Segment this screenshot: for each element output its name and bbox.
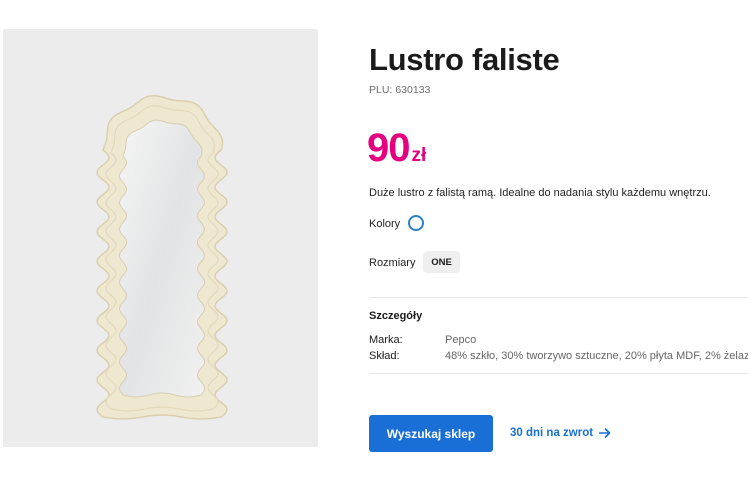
product-plu: PLU: 630133 [369,84,430,96]
sizes-label: Rozmiary [369,257,416,269]
plu-label: PLU: [369,84,393,96]
wavy-mirror-image [96,94,228,420]
mirror-glass [118,119,206,398]
returns-link[interactable]: 30 dni na zwrot [510,427,611,439]
arrow-right-icon [599,428,611,438]
find-store-button[interactable]: Wyszukaj sklep [369,415,493,452]
divider [369,373,748,374]
size-option-one[interactable]: ONE [423,251,460,273]
product-price: 90 zł [367,126,426,171]
product-title: Lustro faliste [369,42,560,77]
divider [369,297,748,298]
details-heading: Szczegóły [369,310,423,322]
product-image [3,29,318,447]
plu-value: 630133 [395,84,431,96]
color-swatch[interactable] [408,215,424,231]
product-description: Duże lustro z falistą ramą. Idealne do n… [369,187,711,199]
detail-label: Skład: [369,350,400,362]
price-value: 90 [367,126,410,170]
returns-link-label: 30 dni na zwrot [510,427,594,439]
price-currency: zł [411,145,427,166]
detail-value: 48% szkło, 30% tworzywo sztuczne, 20% pł… [445,350,748,362]
detail-label: Marka: [369,334,403,346]
detail-value: Pepco [445,334,477,346]
colors-label: Kolory [369,218,401,230]
